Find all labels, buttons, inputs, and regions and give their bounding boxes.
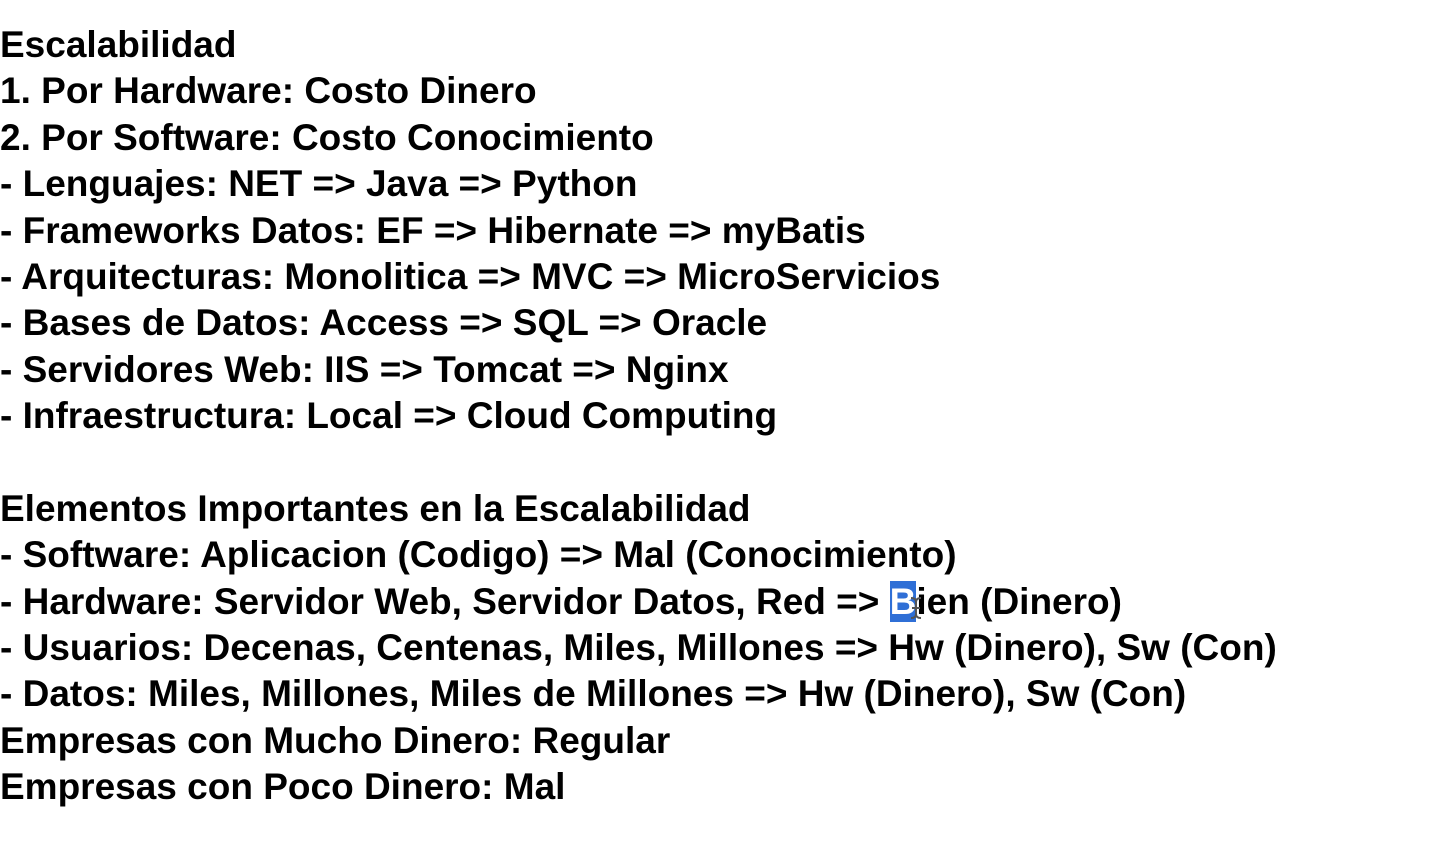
hardware-text-before[interactable]: - Hardware: Servidor Web, Servidor Datos… (0, 581, 890, 622)
line-software[interactable]: - Software: Aplicacion (Codigo) => Mal (… (0, 532, 1450, 578)
line-datos[interactable]: - Datos: Miles, Millones, Miles de Millo… (0, 671, 1450, 717)
line-hardware[interactable]: - Hardware: Servidor Web, Servidor Datos… (0, 579, 1450, 625)
line-hardware-cost[interactable]: 1. Por Hardware: Costo Dinero (0, 68, 1450, 114)
line-usuarios[interactable]: - Usuarios: Decenas, Centenas, Miles, Mi… (0, 625, 1450, 671)
line-servidores-web[interactable]: - Servidores Web: IIS => Tomcat => Nginx (0, 347, 1450, 393)
document-page: Escalabilidad 1. Por Hardware: Costo Din… (0, 0, 1450, 850)
line-empresas-mucho-dinero[interactable]: Empresas con Mucho Dinero: Regular (0, 718, 1450, 764)
line-frameworks[interactable]: - Frameworks Datos: EF => Hibernate => m… (0, 208, 1450, 254)
line-software-cost[interactable]: 2. Por Software: Costo Conocimiento (0, 115, 1450, 161)
line-arquitecturas[interactable]: - Arquitecturas: Monolitica => MVC => Mi… (0, 254, 1450, 300)
line-empresas-poco-dinero[interactable]: Empresas con Poco Dinero: Mal (0, 764, 1450, 810)
line-lenguajes[interactable]: - Lenguajes: NET => Java => Python (0, 161, 1450, 207)
line-infraestructura[interactable]: - Infraestructura: Local => Cloud Comput… (0, 393, 1450, 439)
line-bases-datos[interactable]: - Bases de Datos: Access => SQL => Oracl… (0, 300, 1450, 346)
section-heading-elementos[interactable]: Elementos Importantes en la Escalabilida… (0, 486, 1450, 532)
section-heading-escalabilidad[interactable]: Escalabilidad (0, 22, 1450, 68)
hardware-text-after[interactable]: ien (Dinero) (916, 581, 1122, 622)
blank-line[interactable] (0, 440, 1450, 486)
